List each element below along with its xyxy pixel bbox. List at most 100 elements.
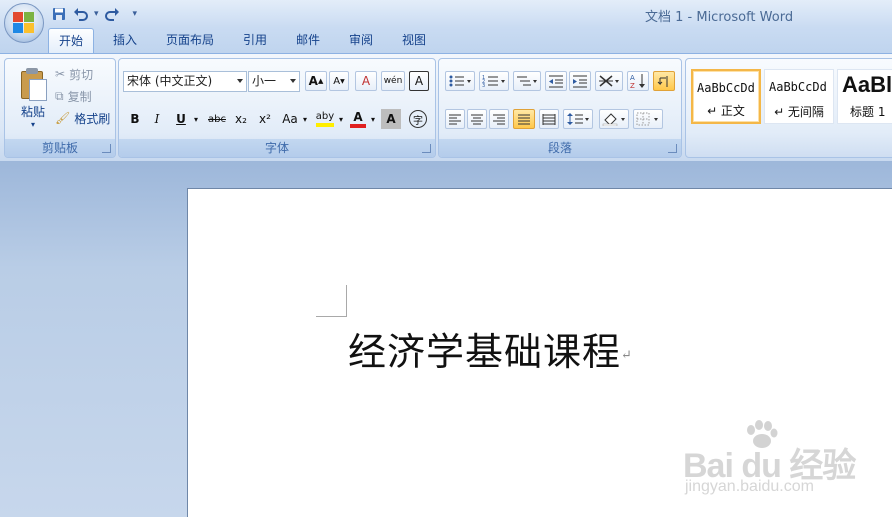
multilevel-list-button[interactable]: [513, 71, 541, 91]
font-size-dropdown-icon: [290, 79, 296, 83]
save-icon[interactable]: [50, 5, 68, 23]
align-left-button[interactable]: [445, 109, 465, 129]
superscript-button[interactable]: x²: [255, 109, 275, 129]
paste-icon: [29, 79, 47, 101]
underline-dropdown-icon[interactable]: ▾: [191, 109, 201, 129]
style-no-spacing-sample: AaBbCcDd: [769, 80, 827, 94]
style-no-spacing[interactable]: AaBbCcDd ↵ 无间隔: [764, 69, 834, 124]
clipboard-launcher-icon[interactable]: [102, 144, 111, 153]
copy-button[interactable]: ⧉ 复制: [55, 87, 92, 105]
paste-dropdown-icon[interactable]: ▾: [25, 119, 41, 129]
sort-button[interactable]: AZ: [627, 71, 649, 91]
document-text[interactable]: 经济学基础课程↵: [348, 321, 633, 376]
document-heading: 经济学基础课程: [348, 330, 622, 374]
bullets-icon: [449, 75, 471, 87]
subscript-button[interactable]: x₂: [231, 109, 251, 129]
tab-review[interactable]: 审阅: [339, 28, 383, 54]
bold-button[interactable]: B: [125, 109, 145, 129]
font-color-button[interactable]: A: [347, 109, 369, 129]
tab-view[interactable]: 视图: [392, 28, 436, 54]
clear-format-icon: A: [361, 74, 371, 88]
font-group: 宋体 (中文正文) 小一 A ▲ A ▼ A wén A B I U ▾ abc x…: [118, 58, 436, 158]
margin-corner-mark-vertical: [346, 285, 347, 317]
style-heading-1-label: 标题 1: [850, 105, 886, 119]
show-marks-button[interactable]: [653, 71, 675, 91]
title-bar: ▾ ▾ 文档 1 - Microsoft Word: [0, 0, 892, 28]
undo-dropdown-icon[interactable]: ▾: [94, 9, 99, 19]
font-size-select[interactable]: 小一: [248, 71, 300, 92]
tab-page-layout[interactable]: 页面布局: [156, 28, 224, 54]
clipboard-group: 粘贴 ▾ ✂ 剪切 ⧉ 复制 🖌 格式刷 剪贴板: [4, 58, 116, 158]
font-color-icon: A: [353, 109, 363, 124]
tab-insert[interactable]: 插入: [103, 28, 147, 54]
justify-button[interactable]: [513, 109, 535, 129]
paragraph-shading-button[interactable]: [599, 109, 629, 129]
redo-icon[interactable]: [103, 5, 121, 23]
style-normal-sample: AaBbCcDd: [697, 81, 755, 95]
decrease-indent-button[interactable]: [545, 71, 567, 91]
svg-text:Z: Z: [630, 82, 635, 89]
clear-format-button[interactable]: A: [355, 71, 377, 91]
line-spacing-button[interactable]: [563, 109, 593, 129]
qat-customize-icon[interactable]: ▾: [133, 9, 138, 19]
paste-label[interactable]: 粘贴: [15, 103, 51, 119]
font-launcher-icon[interactable]: [422, 144, 431, 153]
shrink-font-icon: A: [333, 75, 341, 87]
borders-button[interactable]: [633, 109, 663, 129]
char-shading-button[interactable]: A: [381, 109, 401, 129]
font-group-label: 字体: [119, 139, 435, 157]
char-border-icon: A: [414, 74, 424, 88]
cut-label: 剪切: [69, 67, 94, 82]
window-title: 文档 1 - Microsoft Word: [645, 10, 794, 25]
phonetic-guide-icon: wén: [383, 76, 403, 86]
align-center-icon: [471, 114, 483, 125]
style-no-spacing-label: ↵ 无间隔: [774, 105, 824, 119]
chinese-layout-button[interactable]: [595, 71, 623, 91]
numbering-button[interactable]: 123: [479, 71, 509, 91]
office-button[interactable]: [4, 3, 44, 43]
align-center-button[interactable]: [467, 109, 487, 129]
distributed-button[interactable]: [539, 109, 559, 129]
borders-icon: [636, 112, 658, 126]
highlight-icon: aby: [315, 111, 335, 122]
strikethrough-button[interactable]: abc: [205, 109, 229, 129]
font-name-dropdown-icon: [237, 79, 243, 83]
paragraph-marks-icon: [657, 76, 668, 87]
bullets-button[interactable]: [445, 71, 475, 91]
tab-mailings[interactable]: 邮件: [286, 28, 330, 54]
cut-button[interactable]: ✂ 剪切: [55, 65, 93, 83]
font-color-bar: [350, 123, 366, 128]
tab-references[interactable]: 引用: [233, 28, 277, 54]
baidu-watermark: Bai du 经验 jingyan.baidu.com: [683, 420, 883, 500]
align-right-button[interactable]: [489, 109, 509, 129]
font-color-dropdown-icon[interactable]: ▾: [369, 109, 377, 129]
tab-home[interactable]: 开始: [48, 28, 95, 54]
italic-button[interactable]: I: [147, 109, 167, 129]
phonetic-guide-button[interactable]: wén: [381, 71, 405, 91]
quick-access-toolbar: ▾ ▾: [50, 4, 137, 24]
style-normal[interactable]: AaBbCcDd ↵ 正文: [691, 69, 761, 124]
enclose-chars-icon: 字: [409, 110, 427, 128]
highlight-button[interactable]: aby: [313, 109, 337, 129]
change-case-dropdown-icon[interactable]: ▾: [301, 109, 309, 129]
paragraph-launcher-icon[interactable]: [668, 144, 677, 153]
highlight-dropdown-icon[interactable]: ▾: [337, 109, 345, 129]
shrink-font-button[interactable]: A ▼: [329, 71, 349, 91]
increase-indent-button[interactable]: [569, 71, 591, 91]
enclose-chars-button[interactable]: 字: [407, 109, 429, 129]
underline-button[interactable]: U: [171, 109, 191, 129]
highlight-color-bar: [316, 123, 334, 127]
numbering-icon: 123: [482, 75, 505, 88]
char-border-button[interactable]: A: [409, 71, 429, 91]
format-painter-button[interactable]: 🖌 格式刷: [55, 109, 110, 127]
grow-font-icon: A: [308, 74, 318, 88]
font-name-select[interactable]: 宋体 (中文正文): [123, 71, 247, 92]
grow-font-button[interactable]: A ▲: [305, 71, 327, 91]
paste-button[interactable]: [19, 67, 49, 101]
font-name-value: 宋体 (中文正文): [127, 74, 213, 88]
undo-icon[interactable]: [72, 5, 90, 23]
change-case-button[interactable]: Aa: [279, 109, 301, 129]
paragraph-mark: ↵: [621, 348, 633, 363]
clipboard-group-label: 剪贴板: [5, 139, 115, 157]
style-heading-1[interactable]: AaBl 标题 1: [837, 69, 892, 124]
